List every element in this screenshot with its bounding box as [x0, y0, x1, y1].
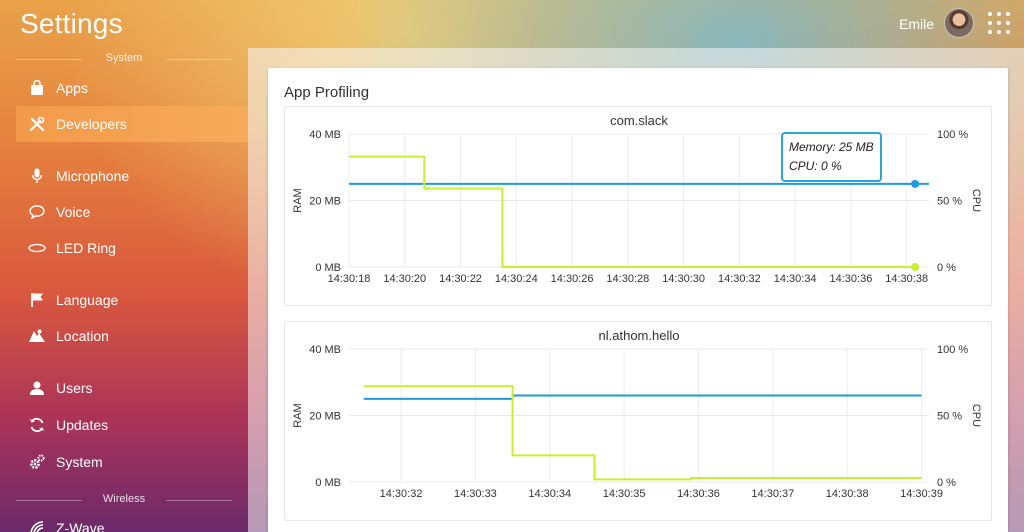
user-icon	[28, 379, 46, 397]
tooltip-cpu: CPU: 0 %	[789, 159, 842, 173]
user-name[interactable]: Emile	[899, 16, 934, 32]
avatar[interactable]	[944, 8, 974, 38]
y-tick-label: 20 MB	[309, 196, 341, 208]
y2-tick-label: 100 %	[937, 129, 968, 141]
app-profiling-card: App Profiling com.slack 0 MB 0 % 20 MB 50 % 4…	[268, 68, 1008, 532]
chart-tooltip: Memory: 25 MB CPU: 0 %	[781, 132, 882, 182]
sidebar-item-label: Language	[56, 292, 119, 308]
sidebar-item-label: Z-Wave	[56, 520, 105, 532]
x-tick-label: 14:30:20	[383, 273, 426, 285]
x-tick-label: 14:30:32	[718, 273, 761, 285]
x-tick-label: 14:30:18	[328, 273, 371, 285]
x-tick-label: 14:30:38	[826, 488, 869, 500]
chart-svg-nl-athom-hello: nl.athom.hello0 MB 0 %20 MB 50 %40 MB 100 %…	[292, 328, 982, 500]
sidebar-item-voice[interactable]: Voice	[16, 194, 248, 230]
sidebar-item-microphone[interactable]: Microphone	[16, 158, 248, 194]
data-point-cpu[interactable]	[911, 263, 920, 271]
top-bar: Settings Emile	[0, 0, 1024, 48]
y-tick-label: 0 MB	[315, 477, 341, 489]
y2-tick-label: 100 %	[937, 344, 968, 356]
sidebar-item-label: Users	[56, 380, 93, 396]
sidebar-item-system[interactable]: System	[16, 444, 248, 480]
y-tick-label: 40 MB	[309, 129, 341, 141]
chart-nl-athom-hello: nl.athom.hello 0 MB 0 % 20 MB 50 % 40 MB 100 %…	[284, 321, 992, 521]
y2-axis-label: CPU	[970, 404, 982, 427]
x-tick-label: 14:30:35	[603, 488, 646, 500]
chart-title: nl.athom.hello	[599, 328, 680, 343]
sidebar-item-label: Voice	[56, 204, 91, 220]
y2-tick-label: 50 %	[937, 196, 962, 208]
y-tick-label: 40 MB	[309, 344, 341, 356]
x-tick-label: 14:30:34	[528, 488, 571, 500]
x-tick-label: 14:30:38	[885, 273, 928, 285]
ring-icon	[28, 239, 46, 257]
x-tick-label: 14:30:22	[439, 273, 482, 285]
sidebar-item-label: Location	[56, 328, 109, 344]
tooltip-memory: Memory: 25 MB	[789, 140, 874, 154]
y-tick-label: 20 MB	[309, 411, 341, 423]
sidebar-item-updates[interactable]: Updates	[16, 407, 248, 443]
x-tick-label: 14:30:28	[606, 273, 649, 285]
x-tick-label: 14:30:24	[495, 273, 538, 285]
x-tick-label: 14:30:37	[751, 488, 794, 500]
sidebar-item-label: Microphone	[56, 168, 130, 184]
page-title: App Profiling	[284, 84, 370, 101]
series-line-memory	[363, 394, 922, 400]
chart-svg-com-slack: com.slack0 MB 0 %20 MB 50 %40 MB 100 %14:30…	[292, 113, 982, 285]
sidebar-item-label: Apps	[56, 80, 88, 96]
x-tick-label: 14:30:36	[677, 488, 720, 500]
signal-icon	[28, 519, 46, 532]
series-line-cpu	[363, 385, 922, 481]
sidebar-item-language[interactable]: Language	[16, 282, 248, 318]
apps-grid-icon[interactable]	[988, 12, 1010, 34]
sidebar-item-location[interactable]: Location	[16, 318, 248, 354]
chart-com-slack: com.slack 0 MB 0 % 20 MB 50 % 40 MB 100 % 14:30…	[284, 106, 992, 306]
y2-tick-label: 50 %	[937, 411, 962, 423]
sidebar-item-led-ring[interactable]: LED Ring	[16, 230, 248, 266]
x-tick-label: 14:30:34	[774, 273, 817, 285]
section-label-system: System	[16, 52, 232, 64]
x-tick-label: 14:30:30	[662, 273, 705, 285]
map-icon	[28, 327, 46, 345]
refresh-icon	[28, 416, 46, 434]
speech-bubble-icon	[28, 203, 46, 221]
sidebar-item-apps[interactable]: Apps	[16, 70, 248, 106]
bag-icon	[28, 79, 46, 97]
x-tick-label: 14:30:39	[900, 488, 943, 500]
sidebar-item-users[interactable]: Users	[16, 370, 248, 406]
chart-title: com.slack	[610, 113, 668, 128]
x-tick-label: 14:30:33	[454, 488, 497, 500]
sidebar-item-label: LED Ring	[56, 240, 116, 256]
data-point-memory[interactable]	[911, 179, 920, 188]
section-label-wireless: Wireless	[16, 493, 232, 505]
x-tick-label: 14:30:26	[551, 273, 594, 285]
y-axis-label: RAM	[292, 188, 304, 212]
sidebar-item-label: Developers	[56, 116, 127, 132]
y2-tick-label: 0 %	[937, 262, 956, 274]
microphone-icon	[28, 167, 46, 185]
flag-icon	[28, 291, 46, 309]
tools-icon	[28, 115, 46, 133]
y-axis-label: RAM	[292, 403, 304, 427]
sidebar-item-label: System	[56, 454, 103, 470]
x-tick-label: 14:30:32	[380, 488, 423, 500]
sidebar-item-label: Updates	[56, 417, 109, 433]
x-tick-label: 14:30:36	[830, 273, 873, 285]
app-title: Settings	[20, 8, 123, 39]
sidebar: System Apps Developers Microphone Voice …	[0, 48, 248, 532]
y2-axis-label: CPU	[970, 189, 982, 212]
sidebar-item-developers[interactable]: Developers	[16, 106, 248, 142]
sidebar-item-z-wave[interactable]: Z-Wave	[16, 510, 248, 532]
gears-icon	[28, 453, 46, 471]
